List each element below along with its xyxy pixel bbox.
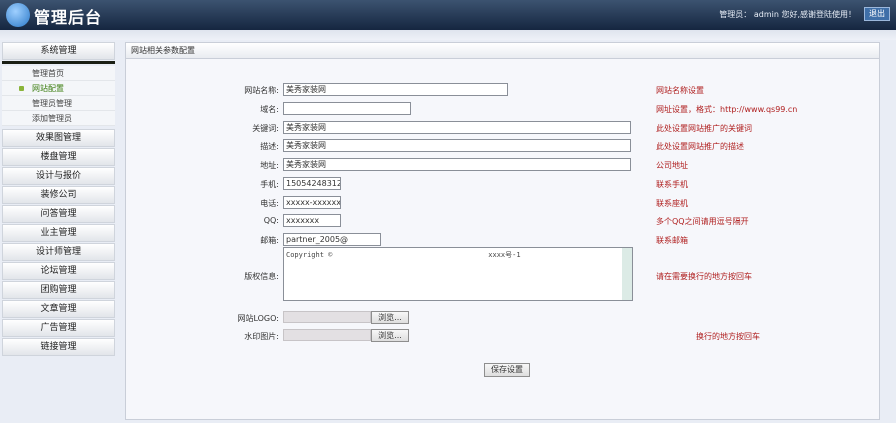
watermark-file-input[interactable]	[283, 329, 371, 341]
watermark-label: 水印图片:	[244, 332, 279, 341]
text-input[interactable]: partner_2005@	[283, 233, 381, 246]
main-panel: 网站相关参数配置 Copyright © xxxx号-1 网站名称: 美秀家装网网…	[125, 42, 880, 420]
field-label: 关键词:	[252, 124, 279, 133]
sidebar-group[interactable]: 装修公司	[2, 186, 115, 204]
sidebar-item-label: 网站配置	[32, 84, 64, 93]
field-hint: 网址设置，格式：http://www.qs99.cn	[656, 105, 798, 114]
header-band	[0, 30, 896, 40]
field-hint: 此处设置网站推广的关键词	[656, 124, 752, 133]
sidebar-item[interactable]: 网站配置	[2, 81, 115, 96]
sidebar-item-label: 管理首页	[32, 69, 64, 78]
top-header: 管理后台 管理员： admin 您好,感谢登陆使用！ 退出	[0, 0, 896, 30]
text-input[interactable]	[283, 102, 411, 115]
field-hint: 联系座机	[656, 199, 688, 208]
bullet-icon	[19, 86, 24, 91]
sidebar-group[interactable]: 论坛管理	[2, 262, 115, 280]
sidebar-group[interactable]: 团购管理	[2, 281, 115, 299]
sidebar-group[interactable]: 广告管理	[2, 319, 115, 337]
sidebar-item-label: 管理员管理	[32, 99, 72, 108]
field-hint: 网站名称设置	[656, 86, 704, 95]
sidebar-group[interactable]: 效果图管理	[2, 129, 115, 147]
text-input[interactable]: 美秀家装网	[283, 83, 508, 96]
field-label: 邮箱:	[260, 236, 279, 245]
text-input[interactable]: 美秀家装网	[283, 121, 631, 134]
watermark-browse-button[interactable]: 浏览...	[371, 329, 409, 342]
field-label: 手机:	[260, 180, 279, 189]
text-input[interactable]: xxxxx-xxxxxxxx	[283, 196, 341, 209]
text-input[interactable]: 美秀家装网	[283, 158, 631, 171]
text-input[interactable]: 15054248312	[283, 177, 341, 190]
field-label: QQ:	[263, 216, 279, 225]
sidebar-item[interactable]: 管理员管理	[2, 96, 115, 111]
sidebar-group-system[interactable]: 系统管理	[2, 42, 115, 60]
sidebar-group[interactable]: 设计师管理	[2, 243, 115, 261]
field-hint: 联系邮箱	[656, 236, 688, 245]
sidebar-group[interactable]: 设计与报价	[2, 167, 115, 185]
app-title: 管理后台	[34, 8, 103, 27]
save-settings-button[interactable]: 保存设置	[484, 363, 530, 377]
logo-icon	[6, 3, 30, 27]
logo-browse-button[interactable]: 浏览...	[371, 311, 409, 324]
copyright-hint: 请在需要换行的地方按回车	[656, 272, 752, 281]
sidebar: 系统管理 管理首页网站配置管理员管理添加管理员 效果图管理 楼盘管理 设计与报价 装修…	[2, 42, 115, 357]
field-label: 域名:	[260, 105, 279, 114]
field-label: 描述:	[260, 142, 279, 151]
sidebar-group[interactable]: 问答管理	[2, 205, 115, 223]
user-info: 管理员： admin 您好,感谢登陆使用！	[719, 10, 856, 19]
divider	[2, 61, 115, 64]
text-input[interactable]: 美秀家装网	[283, 139, 631, 152]
sidebar-item-label: 添加管理员	[32, 114, 72, 123]
sidebar-item[interactable]: 管理首页	[2, 66, 115, 81]
copyright-textarea[interactable]: Copyright © xxxx号-1	[283, 247, 633, 301]
sidebar-group[interactable]: 楼盘管理	[2, 148, 115, 166]
sidebar-group[interactable]: 链接管理	[2, 338, 115, 356]
field-hint: 多个QQ之间请用逗号隔开	[656, 217, 749, 226]
field-hint: 此处设置网站推广的描述	[656, 142, 744, 151]
field-label: 地址:	[260, 161, 279, 170]
field-label: 电话:	[260, 199, 279, 208]
watermark-hint: 换行的地方按回车	[696, 332, 760, 341]
sidebar-group[interactable]: 业主管理	[2, 224, 115, 242]
field-hint: 公司地址	[656, 161, 688, 170]
logo-file-input[interactable]	[283, 311, 371, 323]
copyright-label: 版权信息:	[244, 272, 279, 281]
field-label: 网站名称:	[244, 86, 279, 95]
field-hint: 联系手机	[656, 180, 688, 189]
text-input[interactable]: xxxxxxx	[283, 214, 341, 227]
logout-button[interactable]: 退出	[864, 7, 890, 21]
textarea-scrollbar[interactable]	[622, 248, 632, 300]
sidebar-item[interactable]: 添加管理员	[2, 111, 115, 126]
sidebar-group[interactable]: 文章管理	[2, 300, 115, 318]
logo-label: 网站LOGO:	[237, 314, 279, 323]
